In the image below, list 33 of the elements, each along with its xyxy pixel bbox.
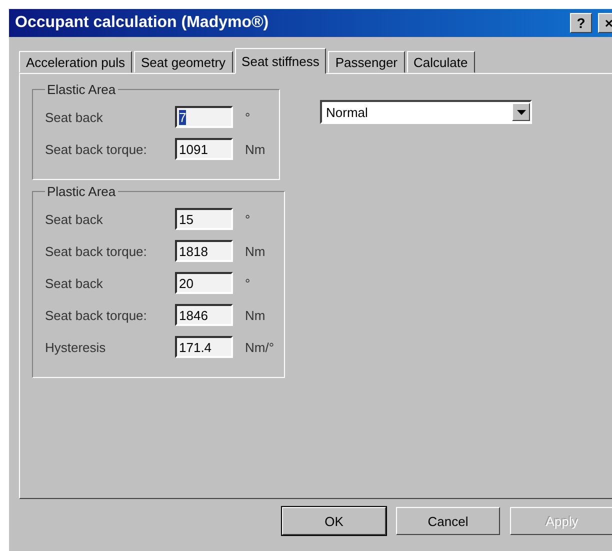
window-title: Occupant calculation (Madymo®) [15,14,270,32]
unit-label: Nm [245,308,266,322]
field-label: Seat back [45,110,104,124]
tab[interactable]: Acceleration puls [19,51,132,73]
unit-label: ° [245,212,250,226]
field-label: Hysteresis [45,340,107,354]
help-button[interactable]: ? [570,13,592,33]
input-field[interactable]: 1091 [175,138,233,160]
group-title: Elastic Area [46,82,117,97]
tab[interactable]: Seat stiffness [234,48,326,74]
unit-label: Nm/° [245,340,274,354]
field-label: Seat back torque: [45,142,148,156]
input-field[interactable]: 1818 [175,240,233,262]
dropdown[interactable]: Normal [320,100,532,124]
tab[interactable]: Seat geometry [134,51,233,73]
field-label: Seat back [45,212,104,226]
dialog-button[interactable]: OK [282,507,386,535]
input-field[interactable]: 7 [175,106,233,128]
input-field[interactable]: 20 [175,272,233,294]
field-label: Seat back [45,276,104,290]
group-title: Plastic Area [46,184,117,199]
tab[interactable]: Passenger [328,51,405,73]
unit-label: Nm [245,142,266,156]
unit-label: ° [245,276,250,290]
tab[interactable]: Calculate [406,51,475,73]
input-field[interactable]: 1846 [175,304,233,326]
field-label: Seat back torque: [45,308,148,322]
unit-label: Nm [245,244,266,258]
input-field[interactable]: 171.4 [175,336,233,358]
field-label: Seat back torque: [45,244,148,258]
unit-label: ° [245,110,250,124]
input-field[interactable]: 15 [175,208,233,230]
dialog-button[interactable]: Cancel [396,507,500,535]
